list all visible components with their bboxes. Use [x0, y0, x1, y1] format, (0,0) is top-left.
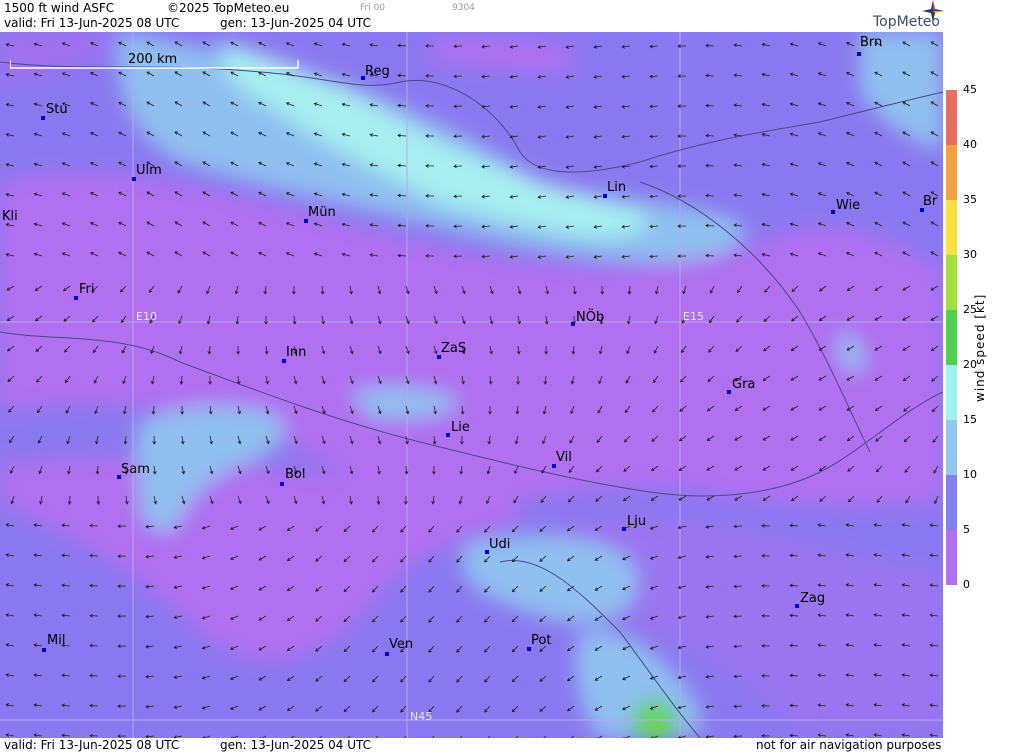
color-bar-segment: [946, 310, 957, 365]
color-legend: 45 40 35 30 25 20 15 10 5 0 wind speed [kt]: [943, 32, 1034, 738]
wind-map[interactable]: 200 km E10 E15 N45 Brn Reg Stu Ulm Lin K…: [0, 32, 943, 738]
legend-tick-label: 0: [963, 578, 970, 591]
legend-tick-label: 40: [963, 138, 977, 151]
city-mil: Mil: [42, 633, 65, 652]
color-bar-segment: [946, 90, 957, 145]
grid-label-e15: E15: [683, 310, 704, 323]
city-wie: Wie: [831, 198, 860, 214]
city-gra: Gra: [727, 377, 755, 394]
legend-unit-label: wind speed [kt]: [973, 293, 987, 402]
color-bar-segment: [946, 420, 957, 475]
city-lju: Lju: [622, 514, 646, 531]
header: 1500 ft wind ASFC ©2025 TopMeteo.eu Fri …: [0, 0, 1034, 32]
city-zas: ZaS: [437, 341, 466, 359]
city-lin: Lin: [603, 180, 626, 198]
color-bar-segment: [946, 255, 957, 310]
legend-tick-label: 45: [963, 83, 977, 96]
city-kli: Kli: [2, 209, 18, 224]
city-stu: Stu: [41, 102, 68, 120]
color-bar: [946, 90, 957, 585]
city-brn: Brn: [857, 35, 882, 56]
city-br: Br: [920, 194, 937, 212]
grid-label-n45: N45: [410, 710, 433, 723]
map-title: 1500 ft wind ASFC: [4, 1, 115, 15]
color-bar-segment: [946, 145, 957, 200]
city-fri: Fri: [74, 282, 95, 300]
wind-field: [0, 32, 943, 738]
color-bar-segment: [946, 530, 957, 585]
product-code: 9304: [452, 3, 475, 13]
valid-time: valid: Fri 13-Jun-2025 08 UTC: [4, 16, 180, 30]
disclaimer: not for air navigation purposes: [756, 738, 942, 752]
city-vil: Vil: [552, 450, 572, 468]
run-label: Fri 00: [360, 3, 386, 13]
footer-valid-time: valid: Fri 13-Jun-2025 08 UTC: [4, 738, 180, 752]
color-bar-segment: [946, 365, 957, 420]
city-pot: Pot: [527, 633, 551, 651]
copyright: ©2025 TopMeteo.eu: [167, 1, 290, 15]
city-lie: Lie: [446, 420, 470, 437]
city-udi: Udi: [485, 537, 510, 554]
scale-label: 200 km: [128, 52, 178, 67]
legend-tick-label: 35: [963, 193, 977, 206]
city-ven: Ven: [385, 637, 413, 656]
color-bar-segment: [946, 200, 957, 255]
city-inn: Inn: [282, 345, 306, 363]
legend-tick-label: 30: [963, 248, 977, 261]
legend-tick-label: 5: [963, 523, 970, 536]
footer-generated-time: gen: 13-Jun-2025 04 UTC: [220, 738, 372, 752]
legend-tick-label: 10: [963, 468, 977, 481]
color-bar-segment: [946, 475, 957, 530]
compass-star-icon: [922, 0, 944, 22]
city-zag: Zag: [795, 591, 825, 608]
city-bol: Bol: [280, 467, 305, 486]
generated-time: gen: 13-Jun-2025 04 UTC: [220, 16, 372, 30]
city-ulm: Ulm: [132, 163, 162, 181]
city-sam: Sam: [117, 462, 150, 479]
city-nob: NÖb: [571, 310, 604, 326]
scale-bar: 200 km: [10, 52, 300, 70]
grid-label-e10: E10: [136, 310, 157, 323]
city-reg: Reg: [361, 64, 390, 80]
legend-tick-label: 15: [963, 413, 977, 426]
footer: valid: Fri 13-Jun-2025 08 UTC gen: 13-Ju…: [0, 738, 1034, 753]
city-mun: Mün: [304, 205, 336, 223]
